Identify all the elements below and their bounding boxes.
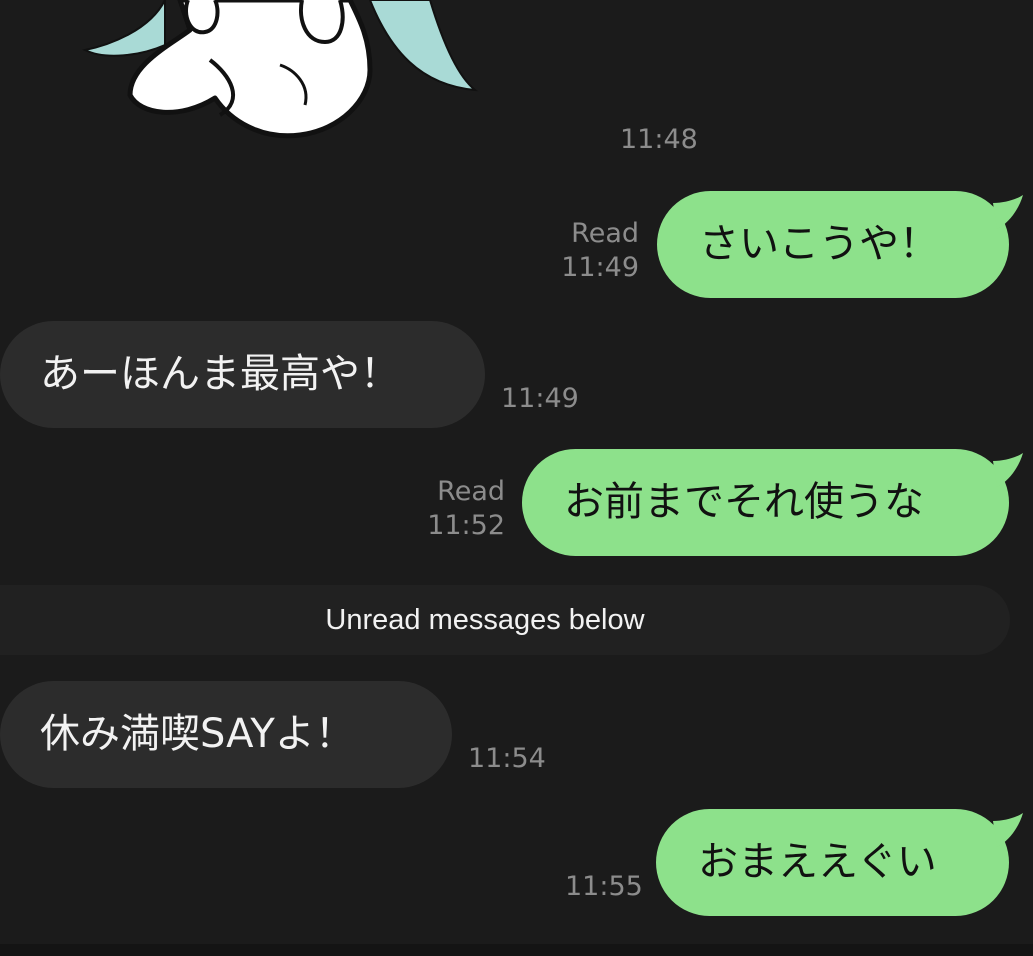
outgoing-message-bubble[interactable]: さいこうや！ [657, 191, 1023, 298]
unread-divider-label: Unread messages below [325, 604, 645, 636]
message-text: おまええぐい [698, 839, 937, 885]
outgoing-message-bubble[interactable]: お前までそれ使うな [522, 449, 1023, 556]
message-text: さいこうや！ [699, 221, 939, 267]
read-receipt: Read [437, 476, 505, 507]
sticker-image[interactable] [70, 0, 500, 160]
message-timestamp: 11:49 [561, 252, 639, 283]
sticker-character-icon [81, 0, 479, 139]
bubble-tail-icon [993, 813, 1023, 847]
message-timestamp: 11:54 [468, 743, 546, 774]
incoming-message-bubble[interactable]: あーほんま最高や！ [0, 321, 485, 428]
message-text: お前までそれ使うな [564, 479, 924, 525]
bubble-tail-icon [993, 453, 1023, 487]
sticker-timestamp: 11:48 [620, 124, 698, 155]
message-timestamp: 11:49 [501, 383, 579, 414]
incoming-message-bubble[interactable]: 休み満喫SAYよ！ [0, 681, 452, 788]
unread-messages-divider: Unread messages below [0, 585, 1010, 655]
message-meta: Read 11:49 [561, 217, 639, 285]
message-text: 休み満喫SAYよ！ [40, 711, 355, 757]
input-bar-edge [0, 944, 1033, 956]
message-timestamp: 11:52 [427, 510, 505, 541]
message-meta: Read 11:52 [427, 475, 505, 543]
message-text: あーほんま最高や！ [40, 351, 400, 397]
outgoing-message-bubble[interactable]: おまええぐい [656, 809, 1023, 916]
bubble-tail-icon [993, 195, 1023, 229]
read-receipt: Read [571, 218, 639, 249]
message-timestamp: 11:55 [565, 871, 643, 902]
